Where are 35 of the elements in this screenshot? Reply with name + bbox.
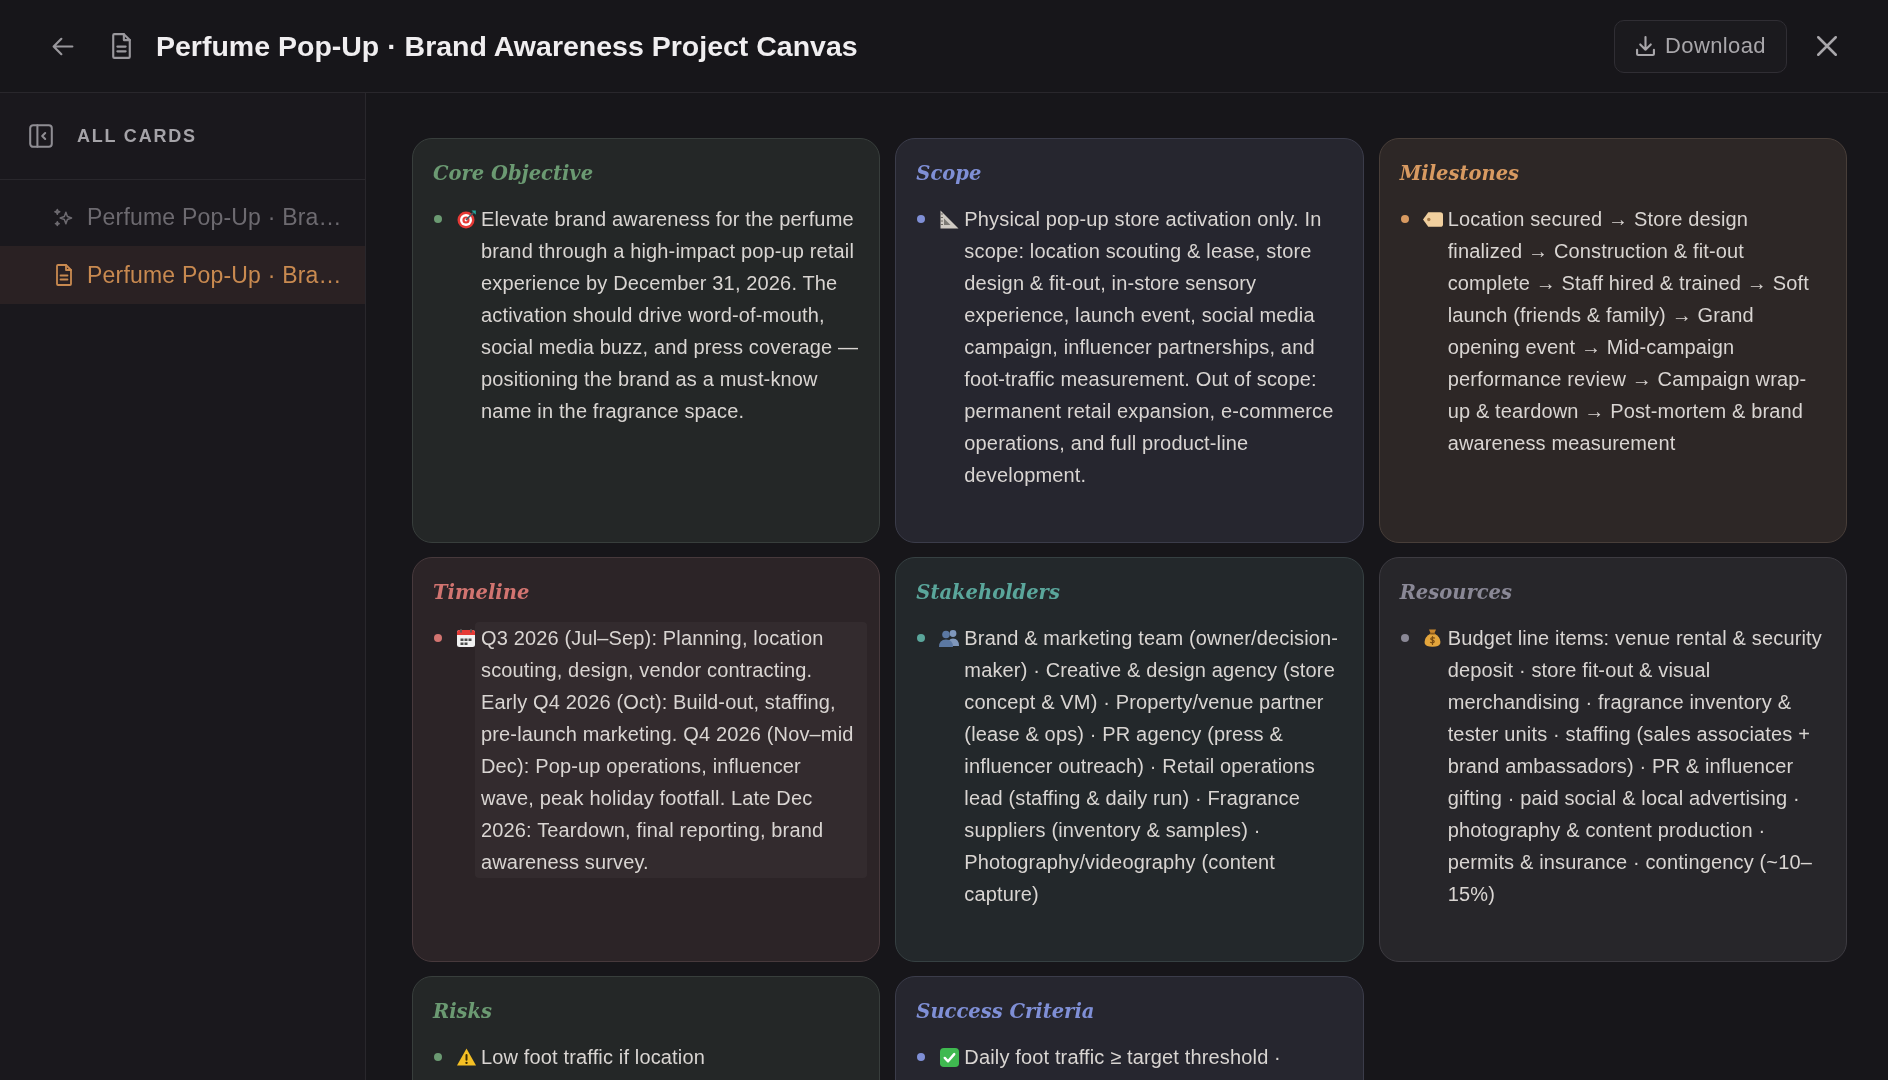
- card-text: Elevate brand awareness for the perfume brand through a high-impact pop-up retail experience by December 31, 2026. The activation should drive word-of-mouth, social media buzz, and press coverage — positioning the brand as a must-know name in the fragrance space.: [481, 207, 860, 424]
- sidebar-item[interactable]: Perfume Pop-Up · Bra…: [0, 188, 365, 246]
- checkmark-icon: [939, 1047, 959, 1067]
- tag-icon: [1422, 211, 1443, 227]
- card-title: Success Criteria: [916, 999, 1096, 1025]
- sidebar-item[interactable]: Perfume Pop-Up · Bra…: [0, 246, 365, 304]
- people-icon: [939, 629, 960, 647]
- card-text: Q3 2026 (Jul–Sep): Planning, location scouting, design, vendor contracting. Early Q4 2026 (Oct): Build-out, staffing, pre-launch marketing. Q4 2026 (Nov–mid Dec): Pop-up operations, influencer wave, peak holiday footfall. Late Dec 2026: Teardown, final reporting, brand awareness survey.: [475, 622, 868, 878]
- card-title: Scope: [916, 161, 983, 187]
- card-title: Risks: [433, 999, 494, 1025]
- document-icon: [112, 33, 131, 59]
- page-title: Perfume Pop-Up · Brand Awareness Project Canvas: [156, 29, 858, 63]
- document-icon: [55, 264, 72, 286]
- calendar-icon: [457, 629, 475, 647]
- card-text: Budget line items: venue rental & security deposit · store fit-out & visual merchandising · fragrance inventory & tester units · staffing (sales associates + brand ambassadors) · PR & influencer gifting · paid social & local advertising · photography & content production · permits & insurance · contingency (~10–15%): [1447, 626, 1823, 907]
- money-bag-icon: [1424, 629, 1442, 647]
- card-title: Timeline: [433, 580, 531, 606]
- card-title: Core Objective: [433, 161, 595, 187]
- download-icon: [1635, 36, 1655, 56]
- card-text: Brand & marketing team (owner/decision-maker) · Creative & design agency (store concept & VM) · Property/venue partner (lease & ops) · PR agency (press & influencer outreach) · Retail operations lead (staffing & daily run) · Fragrance suppliers (inventory & samples) · Photography/videography (content capture): [964, 626, 1340, 907]
- card-text: Low foot traffic if location: [481, 1045, 706, 1070]
- card-text: Daily foot traffic ≥ target threshold ·: [964, 1045, 1282, 1070]
- close-icon: [1817, 36, 1837, 56]
- arrow-left-icon: [52, 36, 74, 56]
- warning-icon: [456, 1048, 476, 1066]
- target-icon: [456, 209, 476, 229]
- card-title: Resources: [1399, 580, 1513, 606]
- card-title: Stakeholders: [916, 580, 1061, 606]
- card-text: Location secured → Store design finalized → Construction & fit-out complete → Staff hired & trained → Soft launch (friends & family) → Grand opening event → Mid-campaign performance review → Campaign wrap-up & teardown → Post-mortem & brand awareness measurement: [1447, 207, 1810, 456]
- sidebar-panel-icon: [29, 124, 53, 148]
- card-title: Milestones: [1399, 161, 1521, 187]
- sidebar-heading: ALL CARDS: [77, 125, 197, 147]
- card-text: Physical pop-up store activation only. In scope: location scouting & lease, store design & fit-out, in-store sensory experience, launch event, social media campaign, influencer partnerships, and foot-traffic measurement. Out of scope: permanent retail expansion, e-commerce operations, and full product-line development.: [964, 207, 1335, 488]
- download-button[interactable]: Download: [1613, 19, 1787, 73]
- sparkle-icon: [54, 207, 73, 227]
